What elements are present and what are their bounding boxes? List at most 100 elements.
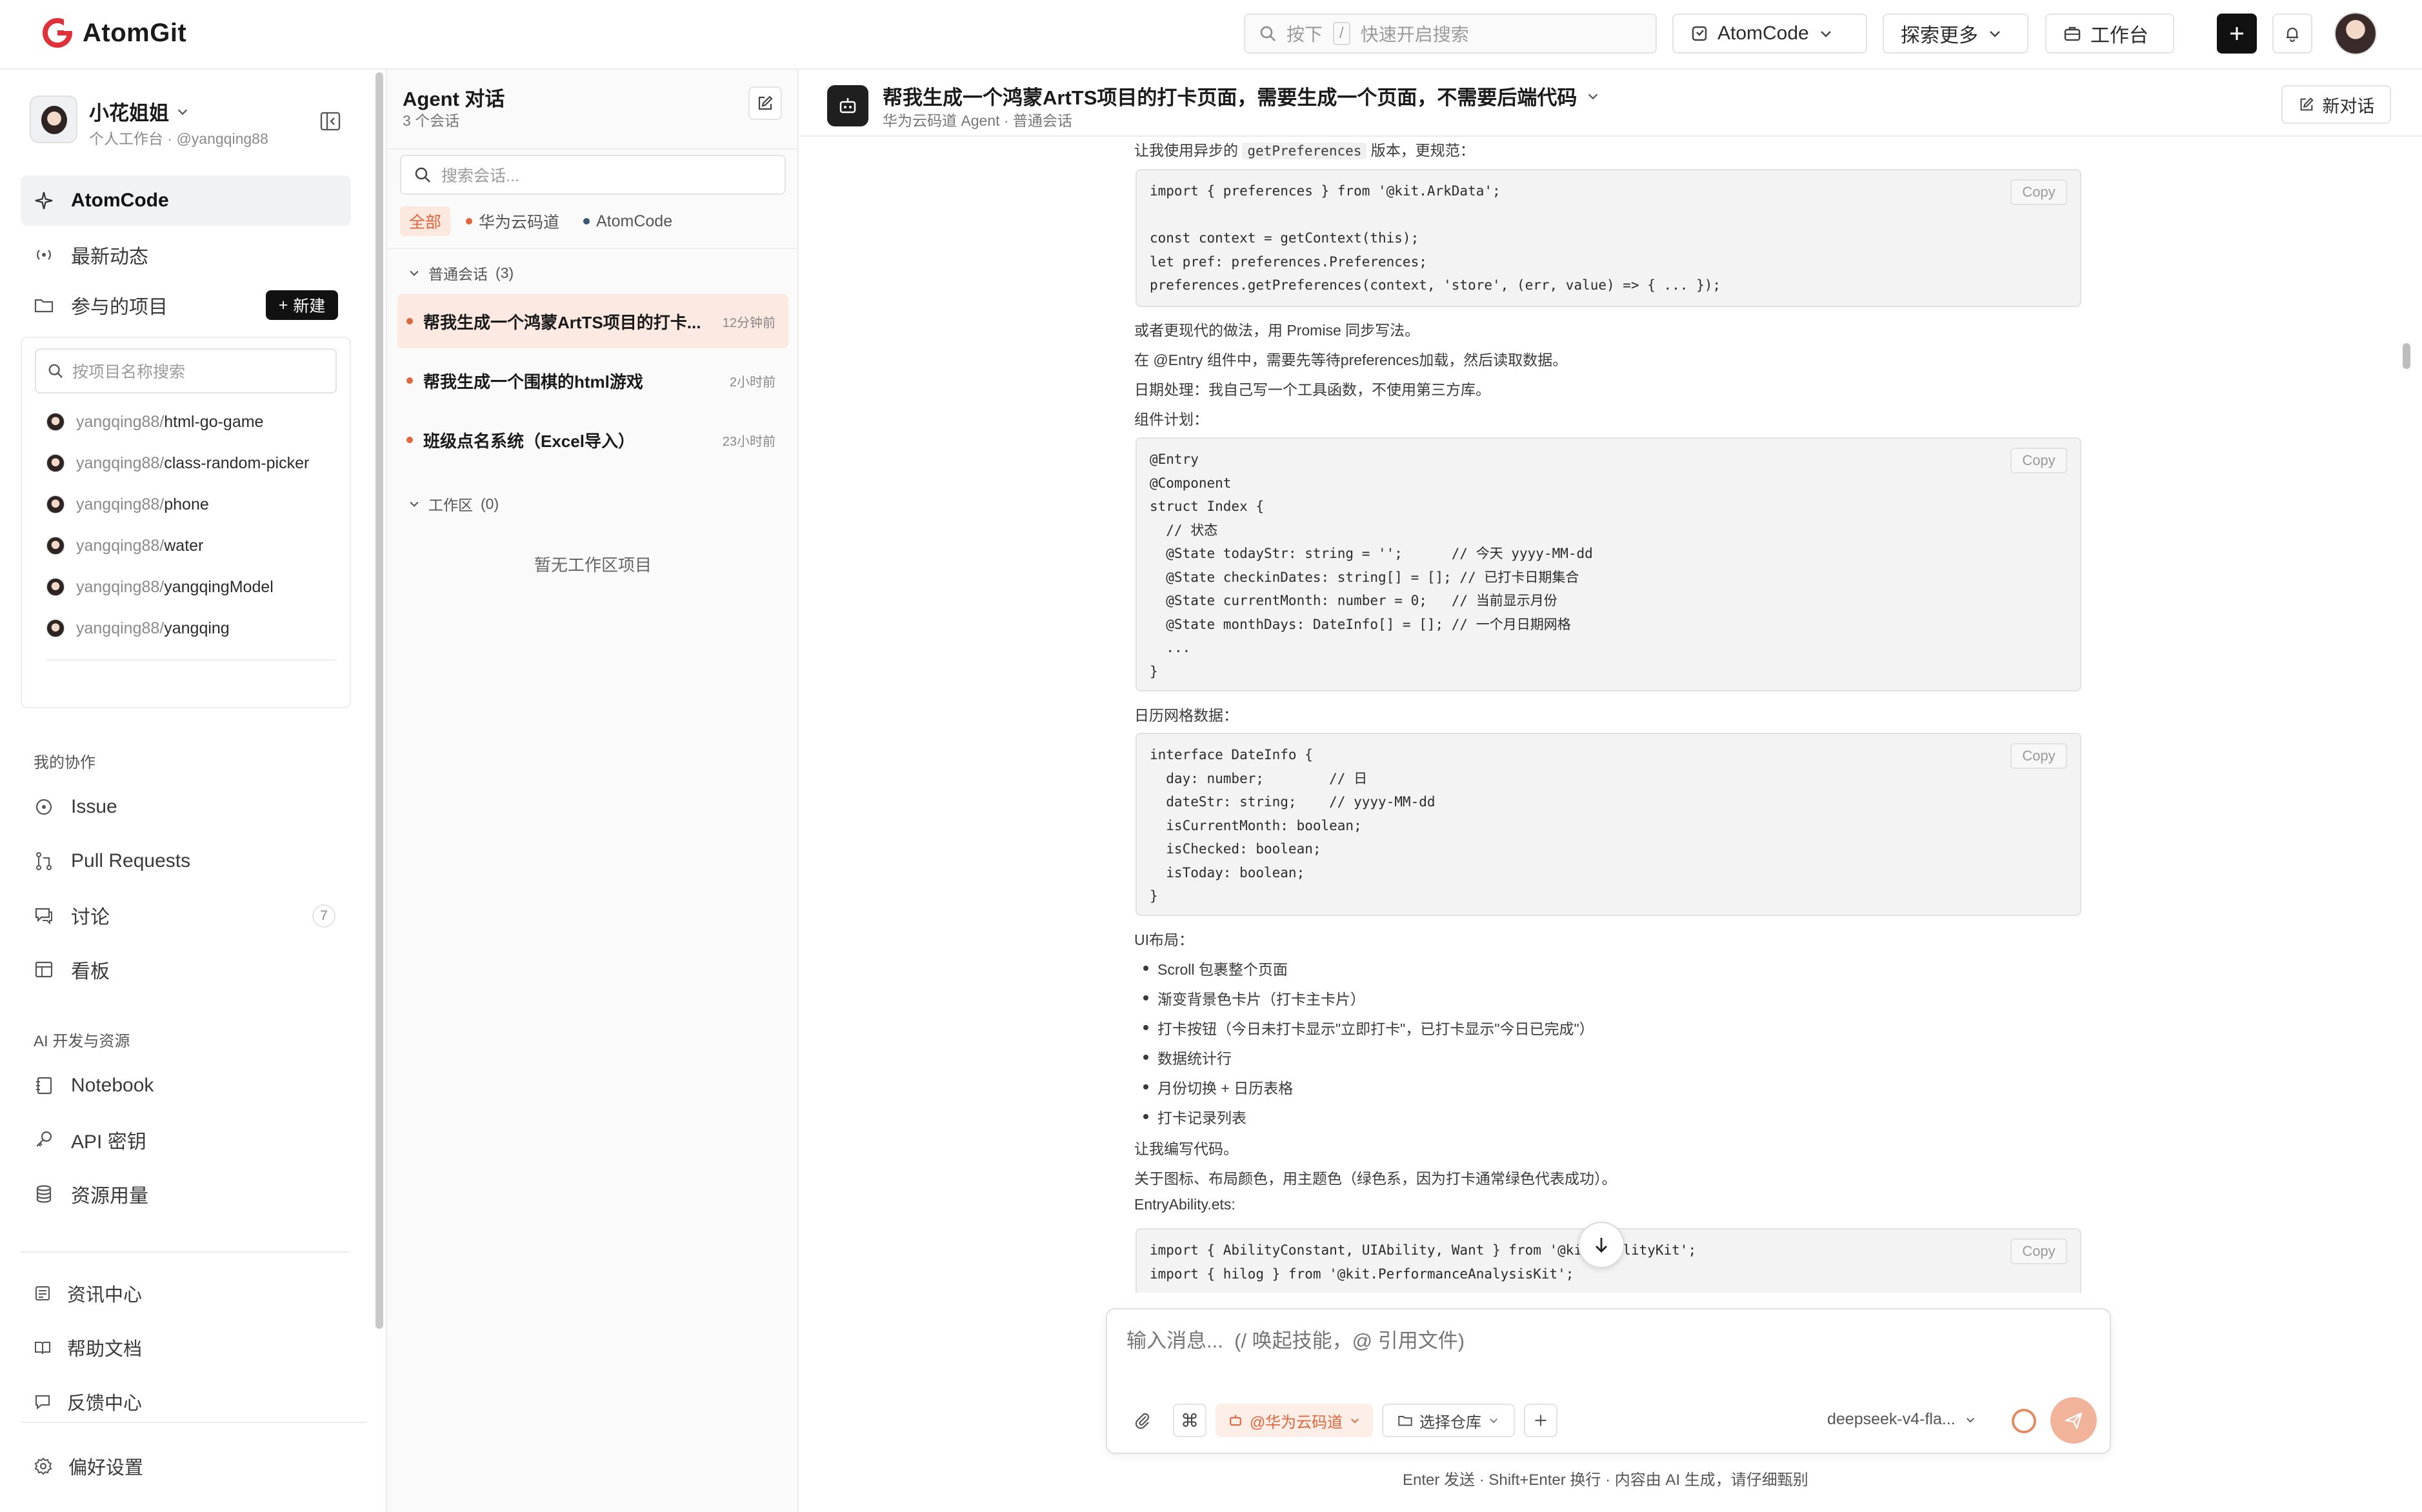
new-chat-button[interactable]: 新对话 <box>2281 85 2391 124</box>
sidebar-item-feedback[interactable]: 反馈中心 <box>21 1379 351 1424</box>
sidebar-item-label: 资源用量 <box>71 1186 148 1207</box>
divider <box>387 148 797 150</box>
add-context-button[interactable] <box>1524 1404 1557 1437</box>
chat-scrollbar[interactable] <box>2403 343 2410 369</box>
feedback-icon <box>35 1395 50 1410</box>
conversation-search-placeholder: 搜索会话... <box>441 167 519 185</box>
explore-label: 探索更多 <box>1901 25 1978 46</box>
create-button[interactable] <box>2217 14 2257 54</box>
message-area[interactable] <box>800 137 2422 1295</box>
context-usage-ring[interactable] <box>2012 1409 2036 1433</box>
divider <box>387 248 797 249</box>
sidebar-scrollbar[interactable] <box>375 72 383 1329</box>
chevron-down-icon <box>410 501 419 507</box>
group-header-workspace[interactable]: 工作区 (0) <box>408 493 499 515</box>
new-conversation-button[interactable] <box>748 86 782 120</box>
filter-tab-all[interactable]: 全部 <box>400 206 451 236</box>
workspace-avatar[interactable] <box>30 95 77 143</box>
atomgit-logo[interactable]: AtomGit <box>41 17 186 49</box>
conversation-title: 帮我生成一个围棋的html游戏 <box>423 372 643 392</box>
sidebar-item-news[interactable]: 资讯中心 <box>21 1271 351 1316</box>
project-search-input[interactable]: 按项目名称搜索 <box>35 348 337 393</box>
filter-tab-atomcode[interactable]: AtomCode <box>583 206 672 236</box>
brand-name: AtomGit <box>83 18 187 47</box>
sparkle-icon <box>35 192 53 210</box>
sidebar-item-notebook[interactable]: Notebook <box>21 1060 351 1111</box>
conversation-item[interactable]: 班级点名系统（Excel导入） 23小时前 <box>397 413 788 467</box>
model-selector[interactable]: deepseek-v4-fla... <box>1827 1410 1976 1429</box>
project-search-placeholder: 按项目名称搜索 <box>72 363 186 381</box>
scroll-to-bottom-button[interactable] <box>1578 1222 1625 1268</box>
send-button[interactable] <box>2050 1397 2097 1444</box>
sidebar-item-atomcode[interactable]: AtomCode <box>21 175 351 226</box>
atomcode-menu-button[interactable]: AtomCode <box>1672 14 1867 54</box>
chat-bubble-icon <box>35 908 52 925</box>
owner-avatar <box>46 619 65 637</box>
status-dot <box>406 318 413 324</box>
notebook-icon <box>36 1077 52 1095</box>
chat-title-text: 帮我生成一个鸿蒙ArtTS项目的打卡页面，需要生成一个页面，不需要后端代码 <box>883 86 1577 109</box>
collapse-sidebar-button[interactable] <box>319 110 342 133</box>
sidebar-item-label: 讨论 <box>71 907 110 928</box>
filter-tab-huawei[interactable]: 华为云码道 <box>466 206 559 236</box>
chat-title[interactable]: 帮我生成一个鸿蒙ArtTS项目的打卡页面，需要生成一个页面，不需要后端代码 <box>883 81 1600 110</box>
copy-button[interactable]: Copy <box>2010 1238 2067 1264</box>
sidebar-item-help-docs[interactable]: 帮助文档 <box>21 1325 351 1370</box>
sidebar-item-activity[interactable]: 最新动态 <box>21 230 351 280</box>
explore-more-button[interactable]: 探索更多 <box>1883 14 2028 54</box>
conversation-time: 2小时前 <box>729 375 776 390</box>
project-item[interactable]: yangqing88/yangqingModel <box>46 573 274 601</box>
message-input[interactable] <box>1125 1329 2031 1353</box>
chevron-down-icon <box>177 108 188 115</box>
new-project-button[interactable]: + 新建 <box>266 290 338 320</box>
copy-button[interactable]: Copy <box>2010 179 2067 205</box>
sidebar-item-resource-usage[interactable]: 资源用量 <box>21 1169 351 1219</box>
project-item[interactable]: yangqing88/class-random-picker <box>46 449 309 477</box>
project-item[interactable]: yangqing88/html-go-game <box>46 408 263 436</box>
sidebar-item-discussions[interactable]: 讨论 <box>21 890 351 940</box>
list-item: 月份切换 + 日历表格 <box>1143 1076 1293 1098</box>
agent-avatar <box>827 85 868 126</box>
attach-file-button[interactable] <box>1128 1404 1157 1437</box>
folder-icon <box>1398 1416 1412 1426</box>
conversation-item[interactable]: 帮我生成一个鸿蒙ArtTS项目的打卡... 12分钟前 <box>397 294 788 348</box>
project-owner: yangqing88/ <box>76 495 165 513</box>
command-button[interactable]: ⌘ <box>1173 1404 1206 1437</box>
conversation-search-input[interactable]: 搜索会话... <box>400 155 786 195</box>
group-header-normal[interactable]: 普通会话 (3) <box>408 262 514 284</box>
global-search[interactable]: 按下 / 快速开启搜索 <box>1244 14 1657 54</box>
sidebar-item-label: 资讯中心 <box>67 1285 143 1306</box>
project-item[interactable]: yangqing88/yangqing <box>46 614 230 642</box>
sidebar-item-preferences[interactable]: 偏好设置 <box>21 1444 351 1489</box>
user-avatar[interactable] <box>2334 12 2377 55</box>
robot-icon <box>1229 1415 1241 1426</box>
sidebar-item-label: 帮助文档 <box>67 1339 143 1360</box>
sidebar-item-pull-requests[interactable]: Pull Requests <box>21 836 351 886</box>
chevron-down-icon <box>1966 1417 1974 1422</box>
workbench-button[interactable]: 工作台 <box>2045 14 2174 54</box>
section-label-collab: 我的协作 <box>34 754 95 771</box>
workspace-switcher[interactable]: 小花姐姐 <box>89 97 190 126</box>
copy-button[interactable]: Copy <box>2010 448 2067 473</box>
sidebar-item-api-keys[interactable]: API 密钥 <box>21 1115 351 1165</box>
notifications-button[interactable] <box>2272 14 2312 54</box>
chevron-down-icon <box>1490 1418 1497 1424</box>
list-item-text: 打卡记录列表 <box>1157 1109 1246 1126</box>
conversation-title: 帮我生成一个鸿蒙ArtTS项目的打卡... <box>423 312 701 332</box>
list-item-text: 打卡按钮（今日未打卡显示"立即打卡"，已打卡显示"今日已完成"） <box>1157 1020 1594 1037</box>
workspace-subtitle: 个人工作台 · @yangqing88 <box>89 130 268 147</box>
project-item[interactable]: yangqing88/water <box>46 532 203 560</box>
project-item[interactable]: yangqing88/phone <box>46 490 209 519</box>
search-placeholder: 快速开启搜索 <box>1360 25 1469 45</box>
agent-selector-pill[interactable]: @华为云码道 <box>1216 1404 1373 1437</box>
sidebar-item-board[interactable]: 看板 <box>21 944 351 995</box>
project-owner: yangqing88/ <box>76 577 165 596</box>
select-repo-button[interactable]: 选择仓库 <box>1382 1404 1515 1437</box>
news-icon <box>35 1286 50 1300</box>
group-label: 普通会话 <box>428 266 488 283</box>
sidebar-item-issue[interactable]: Issue <box>21 782 351 832</box>
list-item-text: 数据统计行 <box>1157 1050 1232 1067</box>
conversation-item[interactable]: 帮我生成一个围棋的html游戏 2小时前 <box>397 353 788 408</box>
copy-button[interactable]: Copy <box>2010 743 2067 769</box>
owner-avatar <box>46 413 65 431</box>
